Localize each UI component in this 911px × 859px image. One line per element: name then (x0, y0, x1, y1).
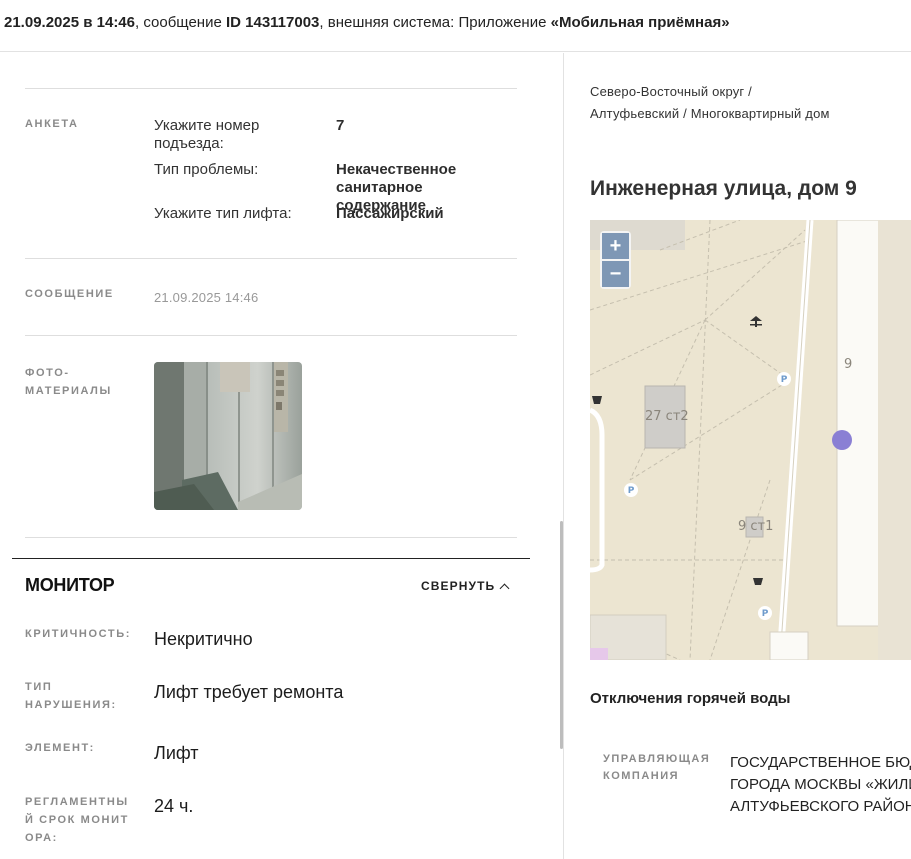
header-system-name: «Мобильная приёмная» (550, 14, 730, 31)
element-value: Лифт (154, 743, 199, 763)
header-sep: , внешняя система: Приложение (319, 14, 551, 31)
header-date: 21.09.2025 в 14:46 (4, 14, 135, 31)
building-label: 27 ст2 (645, 409, 689, 424)
monitor-divider (12, 558, 530, 559)
photos-label: ФОТО-МАТЕРИАЛЫ (25, 367, 112, 397)
building-label: 9 (844, 357, 852, 372)
management-company-label: УПРАВЛЯЮЩАЯ КОМПАНИЯ (603, 753, 711, 782)
breadcrumb: Северо-Восточный округ / Алтуфьевский / … (590, 84, 830, 121)
photo-thumbnail[interactable] (154, 362, 302, 510)
element-label: ЭЛЕМЕНТ: (25, 742, 95, 754)
violation-type-label: ТИП НАРУШЕНИЯ: (25, 681, 117, 711)
message-date: 21.09.2025 14:46 (154, 290, 259, 305)
survey-question: Укажите тип лифта: (154, 205, 292, 222)
location-marker[interactable] (832, 430, 852, 450)
criticality-value: Некритично (154, 629, 253, 649)
deadline-value: 24 ч. (154, 796, 194, 816)
parking-icon: P (628, 486, 635, 496)
survey-question: Укажите номер подъезда: (154, 117, 260, 152)
survey-answer: Пассажирский (336, 205, 444, 222)
survey-label: АНКЕТА (25, 118, 79, 130)
scrollbar[interactable] (560, 521, 563, 749)
survey-answer: 7 (336, 117, 345, 134)
parking-icon: P (762, 609, 769, 619)
zoom-out-button[interactable]: − (602, 261, 629, 287)
management-company-value: ГОСУДАРСТВЕННОЕ БЮД ГОРОДА МОСКВЫ «ЖИЛИ … (730, 752, 911, 818)
map-zoom-control: + − (600, 231, 631, 289)
address-title: Инженерная улица, дом 9 (590, 177, 857, 200)
chevron-up-icon (499, 583, 510, 593)
message-label: СООБЩЕНИЕ (25, 288, 114, 300)
collapse-button[interactable]: СВЕРНУТЬ (421, 579, 510, 593)
map[interactable]: P P P 27 ст2 9 ст1 9 + − (590, 220, 911, 660)
location-panel: Северо-Восточный округ / Алтуфьевский / … (565, 53, 911, 859)
map-canvas: P P P 27 ст2 9 ст1 9 (590, 220, 911, 660)
management-company-line: ГОРОДА МОСКВЫ «ЖИЛИ (730, 776, 911, 793)
message-header: 21.09.2025 в 14:46, сообщение ID 1431170… (0, 0, 911, 52)
parking-icon: P (781, 375, 788, 385)
divider (25, 335, 517, 336)
criticality-label: КРИТИЧНОСТЬ: (25, 628, 131, 640)
divider (25, 258, 517, 259)
hot-water-heading: Отключения горячей воды (590, 690, 791, 707)
collapse-label: СВЕРНУТЬ (421, 579, 496, 593)
monitor-title: МОНИТОР (25, 575, 115, 595)
header-message-id: ID 143117003 (225, 14, 320, 31)
details-panel[interactable]: АНКЕТА Укажите номер подъезда: 7 Тип про… (0, 53, 564, 859)
building-label: 9 ст1 (738, 519, 773, 534)
zoom-in-button[interactable]: + (602, 233, 629, 259)
divider (25, 537, 517, 538)
violation-type-value: Лифт требует ремонта (154, 682, 344, 702)
divider (25, 88, 517, 89)
management-company-line: АЛТУФЬЕВСКОГО РАЙОНА (730, 798, 911, 815)
elevator-photo-image (154, 362, 302, 510)
header-sep: , сообщение (135, 14, 226, 31)
survey-question: Тип проблемы: (154, 161, 259, 178)
deadline-label: РЕГЛАМЕНТНЫЙ СРОК МОНИТОРА: (25, 796, 129, 844)
management-company-line: ГОСУДАРСТВЕННОЕ БЮД (730, 754, 911, 771)
